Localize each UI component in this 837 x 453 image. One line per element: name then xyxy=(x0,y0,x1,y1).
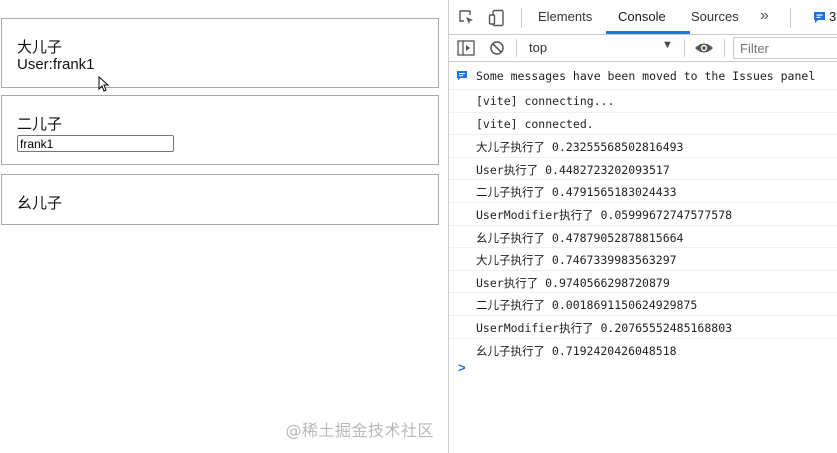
toolbar-separator-3 xyxy=(724,39,725,57)
console-log-row: 幺儿子执行了 0.7192420426048518 xyxy=(449,337,837,360)
console-log-text: User执行了 0.4482723202093517 xyxy=(476,162,670,177)
console-log-text: 二儿子执行了 0.0018691150624929875 xyxy=(476,298,698,313)
filter-input[interactable] xyxy=(733,37,837,59)
console-log-text: [vite] connected. xyxy=(476,116,594,131)
tabbar-separator-2 xyxy=(790,8,791,28)
console-log-text: 大儿子执行了 0.23255568502816493 xyxy=(476,140,684,155)
console-toolbar: top ▼ xyxy=(449,35,837,62)
tab-console[interactable]: Console xyxy=(618,9,666,24)
console-log-row: 幺儿子执行了 0.47879052878815664 xyxy=(449,224,837,247)
context-selector[interactable]: top xyxy=(529,40,547,55)
console-log-row: User执行了 0.4482723202093517 xyxy=(449,156,837,179)
console-log-row: [vite] connected. xyxy=(449,111,837,134)
issues-count: 3 xyxy=(829,9,837,24)
console-log-row: 二儿子执行了 0.0018691150624929875 xyxy=(449,292,837,314)
console-log-text: 幺儿子执行了 0.47879052878815664 xyxy=(476,230,684,245)
username-input[interactable] xyxy=(17,135,174,152)
console-log-row: 大儿子执行了 0.23255568502816493 xyxy=(449,134,837,156)
son-box-1: 大儿子 User:frank1 xyxy=(1,18,439,92)
devtools-panel: Elements Console Sources » 3 top ▼ Filte… xyxy=(448,0,837,453)
son-box-3: 幺儿子 xyxy=(1,174,439,225)
mouse-cursor-icon xyxy=(98,76,109,92)
console-log-row: User执行了 0.9740566298720879 xyxy=(449,269,837,292)
son-3-title: 幺儿子 xyxy=(17,195,63,212)
toolbar-separator-2 xyxy=(684,39,685,57)
son-1-title: 大儿子 xyxy=(17,39,63,56)
son-1-user-text: User:frank1 xyxy=(17,56,95,73)
console-prompt-icon[interactable]: > xyxy=(458,360,466,375)
console-log-row: 二儿子执行了 0.4791565183024433 xyxy=(449,179,837,201)
more-tabs-icon[interactable]: » xyxy=(760,7,769,25)
console-log-text: 大儿子执行了 0.7467339983563297 xyxy=(476,253,677,268)
toolbar-separator xyxy=(516,39,517,57)
watermark: @稀土掘金技术社区 xyxy=(285,421,434,440)
device-toolbar-icon[interactable] xyxy=(488,9,506,27)
tabbar-separator xyxy=(521,8,522,28)
clear-console-icon[interactable] xyxy=(489,40,505,56)
son-box-2: 二儿子 xyxy=(1,95,439,165)
console-log-row: UserModifier执行了 0.05999672747577578 xyxy=(449,202,837,224)
console-log-text: User执行了 0.9740566298720879 xyxy=(476,275,670,290)
issues-moved-text: Some messages have been moved to the Iss… xyxy=(476,69,816,83)
console-log-row: 大儿子执行了 0.7467339983563297 xyxy=(449,247,837,269)
issues-moved-message: Some messages have been moved to the Iss… xyxy=(449,66,837,88)
console-log-text: [vite] connecting... xyxy=(476,94,615,108)
eye-icon[interactable] xyxy=(694,41,714,55)
console-log-text: 二儿子执行了 0.4791565183024433 xyxy=(476,185,677,200)
console-log-text: UserModifier执行了 0.20765552485168803 xyxy=(476,321,733,335)
console-log-row: [vite] connecting... xyxy=(449,89,837,111)
message-icon xyxy=(457,71,467,81)
chevron-down-icon[interactable]: ▼ xyxy=(662,39,673,51)
tab-sources[interactable]: Sources xyxy=(691,9,739,24)
son-2-title: 二儿子 xyxy=(17,116,63,133)
sidebar-toggle-icon[interactable] xyxy=(457,40,475,56)
console-log-row: UserModifier执行了 0.20765552485168803 xyxy=(449,315,837,337)
active-tab-indicator xyxy=(606,31,690,34)
console-log-text: UserModifier执行了 0.05999672747577578 xyxy=(476,208,733,222)
app-page: 大儿子 User:frank1 二儿子 幺儿子 @稀土掘金技术社区 xyxy=(0,0,448,453)
tab-elements[interactable]: Elements xyxy=(538,9,592,24)
console-log-text: 幺儿子执行了 0.7192420426048518 xyxy=(476,343,677,358)
message-icon xyxy=(814,12,825,23)
inspect-element-icon[interactable] xyxy=(458,9,476,27)
issues-badge[interactable]: 3 xyxy=(809,9,837,27)
devtools-tabbar: Elements Console Sources » 3 xyxy=(449,0,837,35)
